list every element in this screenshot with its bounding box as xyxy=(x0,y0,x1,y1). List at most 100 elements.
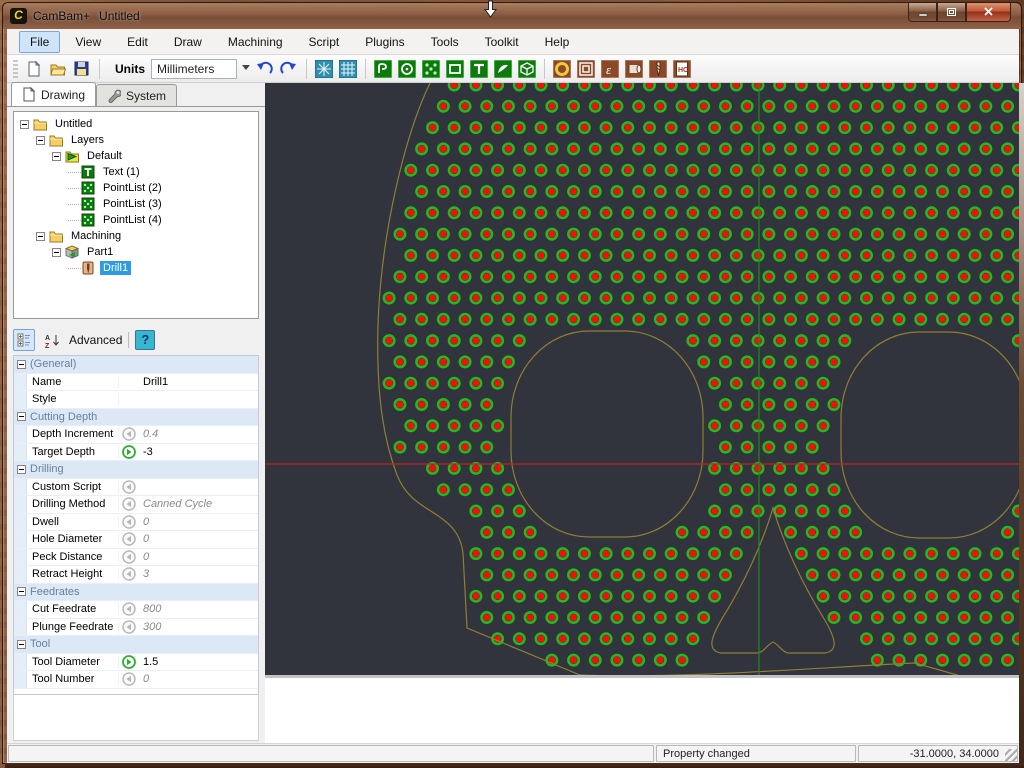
property-grid[interactable]: (General)NameDrill1StyleCutting DepthDep… xyxy=(13,355,259,695)
rectangle-button[interactable] xyxy=(445,59,465,79)
tree-node-text-1-[interactable]: Text (1) xyxy=(14,164,258,180)
tab-drawing[interactable]: Drawing xyxy=(11,82,96,106)
property-row-peck-distance[interactable]: Peck Distance0 xyxy=(14,549,258,567)
property-value[interactable]: 0 xyxy=(139,551,258,563)
value-default-icon[interactable] xyxy=(119,672,139,686)
property-row-tool-diameter[interactable]: Tool Diameter1.5 xyxy=(14,654,258,672)
collapse-toggle[interactable] xyxy=(36,232,45,241)
property-row-style[interactable]: Style xyxy=(14,391,258,409)
units-dropdown[interactable]: Millimeters xyxy=(151,59,237,79)
property-row-cut-feedrate[interactable]: Cut Feedrate800 xyxy=(14,601,258,619)
lathe-button[interactable] xyxy=(624,59,644,79)
drawing-tree[interactable]: UntitledLayersDefaultText (1) PointList (… xyxy=(13,111,259,319)
tree-node-pointlist-3-[interactable]: PointList (3) xyxy=(14,196,258,212)
value-default-icon[interactable] xyxy=(119,532,139,546)
snap-button[interactable] xyxy=(314,59,334,79)
category-collapse-toggle[interactable] xyxy=(17,587,26,596)
property-value[interactable]: 0 xyxy=(139,533,258,545)
menu-draw[interactable]: Draw xyxy=(163,31,213,53)
tree-node-layers[interactable]: Layers xyxy=(14,132,258,148)
tree-node-part1[interactable]: Part1 xyxy=(14,244,258,260)
property-value[interactable]: 3 xyxy=(139,568,258,580)
tree-node-machining[interactable]: Machining xyxy=(14,228,258,244)
menu-plugins[interactable]: Plugins xyxy=(354,31,415,53)
text-button[interactable] xyxy=(469,59,489,79)
property-value[interactable]: 0 xyxy=(139,673,258,685)
polyline-button[interactable] xyxy=(373,59,393,79)
tab-system[interactable]: System xyxy=(96,84,177,106)
value-default-icon[interactable] xyxy=(119,567,139,581)
category-feedrates[interactable]: Feedrates xyxy=(14,584,258,602)
collapse-toggle[interactable] xyxy=(52,152,61,161)
drill-button[interactable] xyxy=(648,59,668,79)
skull-drill-pattern-canvas[interactable] xyxy=(265,83,1019,675)
property-value[interactable]: -3 xyxy=(139,446,258,458)
minimize-button[interactable] xyxy=(908,3,937,22)
category-tool[interactable]: Tool xyxy=(14,636,258,654)
menu-toolkit[interactable]: Toolkit xyxy=(474,31,530,53)
property-value[interactable]: 0.4 xyxy=(139,428,258,440)
value-default-icon[interactable] xyxy=(119,602,139,616)
title-bar[interactable]: C CamBam+ Untitled xyxy=(3,3,1021,29)
tree-node-untitled[interactable]: Untitled xyxy=(14,116,258,132)
property-row-drilling-method[interactable]: Drilling MethodCanned Cycle xyxy=(14,496,258,514)
value-default-icon[interactable] xyxy=(119,497,139,511)
restore-button[interactable] xyxy=(937,3,966,22)
value-default-icon[interactable] xyxy=(119,427,139,441)
property-row-hole-diameter[interactable]: Hole Diameter0 xyxy=(14,531,258,549)
menu-help[interactable]: Help xyxy=(534,31,581,53)
new-document-button[interactable] xyxy=(24,59,44,79)
menu-view[interactable]: View xyxy=(64,31,112,53)
value-set-icon[interactable] xyxy=(119,445,139,459)
menu-machining[interactable]: Machining xyxy=(217,31,294,53)
menu-file[interactable]: File xyxy=(19,31,60,53)
categorized-view-button[interactable] xyxy=(13,329,35,351)
tree-node-pointlist-4-[interactable]: PointList (4) xyxy=(14,212,258,228)
grid-button[interactable] xyxy=(338,59,358,79)
help-button[interactable]: ? xyxy=(135,330,155,350)
category-collapse-toggle[interactable] xyxy=(17,360,26,369)
property-row-name[interactable]: NameDrill1 xyxy=(14,374,258,392)
property-row-tool-number[interactable]: Tool Number0 xyxy=(14,671,258,689)
property-value[interactable]: 0 xyxy=(139,516,258,528)
property-row-retract-height[interactable]: Retract Height3 xyxy=(14,566,258,584)
property-value[interactable]: 300 xyxy=(139,621,258,633)
property-value[interactable]: Drill1 xyxy=(139,376,258,388)
property-row-dwell[interactable]: Dwell0 xyxy=(14,514,258,532)
drawing-viewport[interactable] xyxy=(265,83,1019,675)
arc-button[interactable] xyxy=(493,59,513,79)
tree-node-default[interactable]: Default xyxy=(14,148,258,164)
category-collapse-toggle[interactable] xyxy=(17,465,26,474)
tree-node-drill1[interactable]: Drill1 xyxy=(14,260,258,276)
circle-button[interactable] xyxy=(397,59,417,79)
alphabetical-sort-button[interactable]: A Z xyxy=(41,329,63,351)
property-row-target-depth[interactable]: Target Depth-3 xyxy=(14,444,258,462)
save-button[interactable] xyxy=(72,59,92,79)
category--general-[interactable]: (General) xyxy=(14,356,258,374)
property-row-custom-script[interactable]: Custom Script xyxy=(14,479,258,497)
pocket-button[interactable] xyxy=(576,59,596,79)
category-collapse-toggle[interactable] xyxy=(17,412,26,421)
redo-button[interactable] xyxy=(279,59,299,79)
collapse-toggle[interactable] xyxy=(36,136,45,145)
value-default-icon[interactable] xyxy=(119,550,139,564)
property-value[interactable]: 800 xyxy=(139,603,258,615)
gcode-button[interactable]: HC xyxy=(672,59,692,79)
engrave-button[interactable]: ε xyxy=(600,59,620,79)
value-default-icon[interactable] xyxy=(119,480,139,494)
value-set-icon[interactable] xyxy=(119,655,139,669)
value-default-icon[interactable] xyxy=(119,515,139,529)
property-row-depth-increment[interactable]: Depth Increment0.4 xyxy=(14,426,258,444)
advanced-button[interactable]: Advanced xyxy=(69,333,122,347)
pointlist-button[interactable] xyxy=(421,59,441,79)
category-drilling[interactable]: Drilling xyxy=(14,461,258,479)
property-row-plunge-feedrate[interactable]: Plunge Feedrate300 xyxy=(14,619,258,637)
category-collapse-toggle[interactable] xyxy=(17,640,26,649)
category-cutting-depth[interactable]: Cutting Depth xyxy=(14,409,258,427)
menu-tools[interactable]: Tools xyxy=(420,31,470,53)
undo-button[interactable] xyxy=(255,59,275,79)
open-folder-button[interactable] xyxy=(48,59,68,79)
value-default-icon[interactable] xyxy=(119,620,139,634)
menu-script[interactable]: Script xyxy=(298,31,351,53)
close-button[interactable] xyxy=(966,3,1011,22)
